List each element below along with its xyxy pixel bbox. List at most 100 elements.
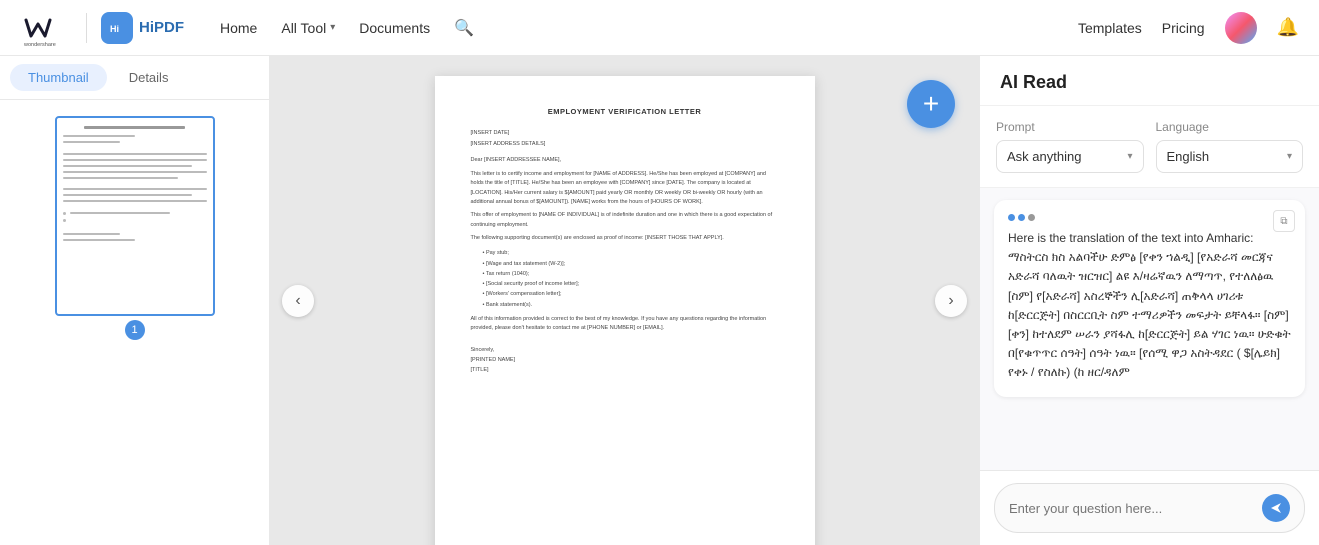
thumbnail-image <box>55 116 215 316</box>
chat-area: ⧉ Here is the translation of the text in… <box>980 188 1319 470</box>
preview-line <box>63 233 121 235</box>
thumbnail-item[interactable]: 1 <box>55 116 215 340</box>
tab-thumbnail-label: Thumbnail <box>28 70 89 85</box>
thumbnail-list: 1 <box>0 100 269 545</box>
copy-icon[interactable]: ⧉ <box>1273 210 1295 232</box>
wondershare-logo[interactable]: wondershare <box>20 10 56 46</box>
input-area <box>980 470 1319 545</box>
prompt-label: Prompt <box>996 120 1144 134</box>
doc-title-field: [TITLE] <box>471 366 779 374</box>
nav-templates[interactable]: Templates <box>1078 20 1142 36</box>
nav-all-tool[interactable]: All Tool ▾ <box>269 0 347 56</box>
input-wrapper <box>994 483 1305 533</box>
hipdf-logo[interactable]: Hi HiPDF <box>101 12 184 44</box>
preview-bullet <box>63 219 66 222</box>
prompt-select-value: Ask anything <box>1007 149 1081 164</box>
doc-list-item: • Bank statement(s). <box>483 301 779 309</box>
language-label: Language <box>1156 120 1304 134</box>
question-input[interactable] <box>1009 501 1254 516</box>
next-arrow-icon: › <box>948 292 953 310</box>
tab-details[interactable]: Details <box>111 64 187 91</box>
doc-list-item: • [Workers' compensation letter]; <box>483 290 779 298</box>
doc-printed-name: [PRINTED NAME] <box>471 356 779 364</box>
preview-line <box>63 188 207 190</box>
nav-home[interactable]: Home <box>208 0 269 56</box>
preview-line <box>63 171 207 173</box>
search-icon: 🔍 <box>454 18 474 38</box>
prev-page-button[interactable]: ‹ <box>282 285 314 317</box>
language-chevron-icon: ▾ <box>1287 151 1292 162</box>
doc-para1: This letter is to certify income and emp… <box>471 170 779 207</box>
ws-logo-icon: wondershare <box>20 10 56 46</box>
send-button[interactable] <box>1262 494 1290 522</box>
preview-line <box>63 159 207 161</box>
send-icon <box>1269 501 1283 515</box>
prompt-select[interactable]: Ask anything ▾ <box>996 140 1144 173</box>
preview-line <box>63 141 121 143</box>
nav-documents[interactable]: Documents <box>347 0 442 56</box>
doc-list: • Pay stub; • [Wage and tax statement (W… <box>471 249 779 309</box>
doc-list-item: • Pay stub; <box>483 249 779 257</box>
doc-para3: The following supporting document(s) are… <box>471 234 779 243</box>
preview-line <box>63 153 207 155</box>
svg-text:Hi: Hi <box>110 24 119 34</box>
doc-preview <box>57 118 213 314</box>
bell-icon[interactable]: 🔔 <box>1277 17 1299 38</box>
doc-page: EMPLOYMENT VERIFICATION LETTER [INSERT D… <box>435 76 815 545</box>
preview-line <box>63 165 193 167</box>
language-select-value: English <box>1167 149 1210 164</box>
user-avatar[interactable] <box>1225 12 1257 44</box>
preview-list <box>63 211 207 216</box>
panel-tabs: Thumbnail Details <box>0 56 269 100</box>
dot-1 <box>1008 214 1015 221</box>
preview-list <box>63 218 207 223</box>
preview-line <box>63 194 193 196</box>
preview-title-line <box>84 126 185 129</box>
doc-closing-para: All of this information provided is corr… <box>471 315 779 334</box>
right-panel: AI Read Prompt Ask anything ▾ Language E… <box>979 56 1319 545</box>
all-tool-chevron-icon: ▾ <box>330 22 335 33</box>
doc-viewer: EMPLOYMENT VERIFICATION LETTER [INSERT D… <box>270 56 979 545</box>
preview-line <box>63 200 207 202</box>
left-panel: Thumbnail Details <box>0 56 270 545</box>
header-right: Templates Pricing 🔔 <box>1078 12 1299 44</box>
preview-line <box>63 239 135 241</box>
doc-list-item: • [Social security proof of income lette… <box>483 280 779 288</box>
tab-thumbnail[interactable]: Thumbnail <box>10 64 107 91</box>
doc-insert-date: [INSERT DATE] <box>471 129 779 137</box>
chat-response-text: Here is the translation of the text into… <box>1008 229 1291 383</box>
preview-line <box>63 177 178 179</box>
main-content: Thumbnail Details <box>0 56 1319 545</box>
hipdf-label: HiPDF <box>139 19 184 36</box>
nav-documents-label: Documents <box>359 20 430 36</box>
nav-pricing[interactable]: Pricing <box>1162 20 1205 36</box>
preview-line <box>70 212 171 214</box>
hipdf-logo-svg: Hi <box>107 18 127 38</box>
next-page-button[interactable]: › <box>935 285 967 317</box>
chat-bubble-header <box>1008 214 1291 221</box>
dot-2 <box>1018 214 1025 221</box>
nav-all-tool-label: All Tool <box>281 20 326 36</box>
language-select[interactable]: English ▾ <box>1156 140 1304 173</box>
prompt-chevron-icon: ▾ <box>1127 151 1132 162</box>
fab-add-button[interactable]: + <box>907 80 955 128</box>
doc-title: EMPLOYMENT VERIFICATION LETTER <box>471 106 779 117</box>
header-divider <box>86 13 87 43</box>
doc-list-item: • [Wage and tax statement (W-2)]; <box>483 260 779 268</box>
hipdf-icon: Hi <box>101 12 133 44</box>
header: wondershare Hi HiPDF Home All Tool ▾ Doc… <box>0 0 1319 56</box>
ai-read-header: AI Read <box>980 56 1319 106</box>
nav-home-label: Home <box>220 20 257 36</box>
doc-para2: This offer of employment to [NAME OF IND… <box>471 211 779 230</box>
typing-dots <box>1008 214 1035 221</box>
prev-arrow-icon: ‹ <box>295 292 300 310</box>
nav-search[interactable]: 🔍 <box>442 0 486 56</box>
page-number-badge: 1 <box>125 320 145 340</box>
doc-sincerely: Sincerely, <box>471 346 779 354</box>
doc-salutation: Dear [INSERT ADDRESSEE NAME], <box>471 156 779 164</box>
tab-details-label: Details <box>129 70 169 85</box>
prompt-control: Prompt Ask anything ▾ <box>996 120 1144 173</box>
doc-list-item: • Tax return (1040); <box>483 270 779 278</box>
svg-text:wondershare: wondershare <box>23 42 56 46</box>
preview-bullet <box>63 212 66 215</box>
